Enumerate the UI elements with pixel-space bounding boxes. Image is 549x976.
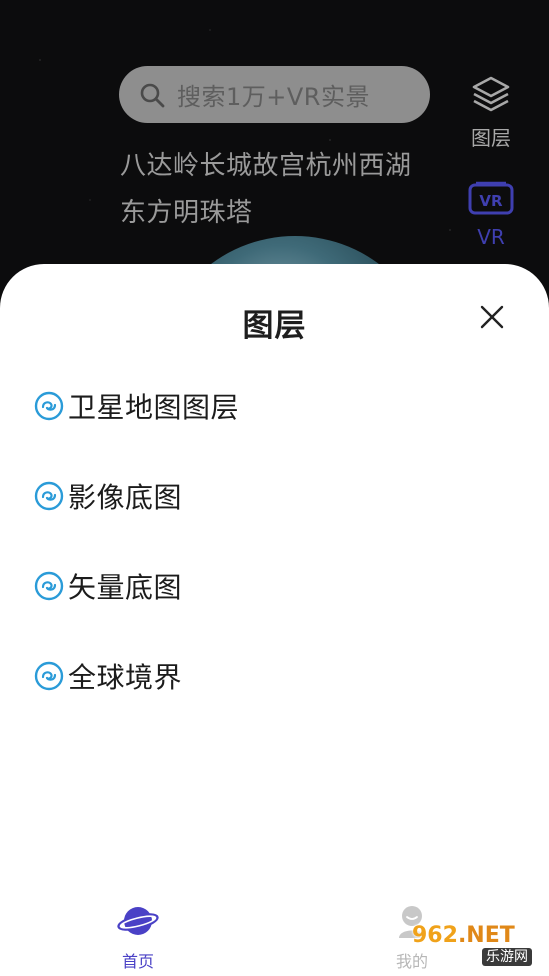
layer-link-icon bbox=[34, 391, 64, 421]
layer-item-label: 全球境界 bbox=[68, 661, 183, 694]
site-watermark: 962.NET 乐游网 bbox=[412, 924, 548, 972]
layer-link-icon bbox=[34, 481, 64, 511]
nav-home[interactable]: 首页 bbox=[112, 904, 164, 972]
nav-home-label: 首页 bbox=[121, 952, 154, 971]
svg-text:VR: VR bbox=[479, 192, 503, 210]
layer-item-imagery[interactable]: 影像底图 bbox=[34, 476, 182, 516]
layers-icon bbox=[471, 74, 511, 118]
close-icon bbox=[479, 304, 505, 334]
hot-spots-line-1[interactable]: 八达岭长城故宫杭州西湖 bbox=[120, 145, 412, 182]
layers-button-label: 图层 bbox=[471, 126, 511, 150]
vr-button[interactable]: VR VR bbox=[464, 181, 518, 249]
layer-item-vector[interactable]: 矢量底图 bbox=[34, 566, 182, 606]
close-button[interactable] bbox=[474, 301, 510, 337]
watermark-number: 962 bbox=[412, 923, 458, 948]
watermark-suffix: .NET bbox=[457, 923, 515, 948]
planet-icon bbox=[117, 904, 159, 942]
sheet-title: 图层 bbox=[242, 308, 307, 344]
layers-button[interactable]: 图层 bbox=[464, 74, 518, 151]
layer-item-label: 矢量底图 bbox=[68, 571, 183, 604]
hot-spots-line-2[interactable]: 东方明珠塔 bbox=[120, 192, 253, 229]
watermark-brand: 962.NET bbox=[412, 924, 515, 948]
layer-item-satellite[interactable]: 卫星地图图层 bbox=[34, 386, 239, 426]
search-placeholder: 搜索1万+VR实景 bbox=[177, 83, 370, 111]
layers-bottom-sheet: 图层 卫星地图图层 影像底图 矢量底图 全球境界 bbox=[0, 264, 549, 976]
layer-item-boundaries[interactable]: 全球境界 bbox=[34, 656, 182, 696]
vr-headset-icon: VR bbox=[468, 181, 514, 221]
search-bar[interactable]: 搜索1万+VR实景 bbox=[119, 66, 430, 123]
layer-link-icon bbox=[34, 571, 64, 601]
layer-link-icon bbox=[34, 661, 64, 691]
layer-item-label: 卫星地图图层 bbox=[68, 391, 240, 424]
search-icon bbox=[139, 82, 165, 108]
vr-button-label: VR bbox=[477, 225, 505, 249]
watermark-sub: 乐游网 bbox=[482, 948, 532, 966]
layer-item-label: 影像底图 bbox=[68, 481, 183, 514]
app-screen: 搜索1万+VR实景 八达岭长城故宫杭州西湖 东方明珠塔 图层 VR VR 图层 bbox=[0, 0, 549, 976]
